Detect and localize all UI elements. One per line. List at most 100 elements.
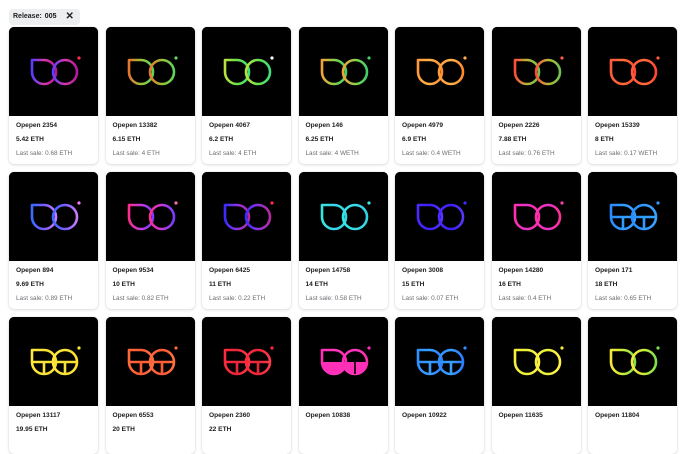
nft-card[interactable]: Opepen 11804 xyxy=(588,317,677,454)
nft-card[interactable]: Opepen 10922 xyxy=(395,317,484,454)
nft-card[interactable]: Opepen 146 6.25 ETH Last sale: 4 WETH xyxy=(298,27,388,164)
nft-price: 6.15 ETH xyxy=(112,136,141,143)
nft-price: 22 ETH xyxy=(209,426,232,433)
nft-name[interactable]: Opepen 2226 xyxy=(499,122,581,129)
nft-card[interactable]: Opepen 13117 19.95 ETH xyxy=(9,317,98,454)
nft-card[interactable]: Opepen 171 18 ETH Last sale: 0.65 ETH xyxy=(588,172,677,309)
card-meta: Opepen 11804 xyxy=(588,406,677,419)
nft-last-sale: Last sale: 0.22 ETH xyxy=(209,295,266,302)
card-meta: Opepen 9534 10 ETH Last sale: 0.82 ETH xyxy=(106,261,195,302)
nft-last-sale: Last sale: 4 ETH xyxy=(209,150,257,157)
nft-name[interactable]: Opepen 11635 xyxy=(499,412,581,419)
nft-name[interactable]: Opepen 14758 xyxy=(306,267,388,274)
nft-name[interactable]: Opepen 2354 xyxy=(16,122,98,129)
nft-name[interactable]: Opepen 6553 xyxy=(113,412,195,419)
nft-name[interactable]: Opepen 11804 xyxy=(595,412,677,419)
nft-name[interactable]: Opepen 9534 xyxy=(113,267,195,274)
nft-artwork[interactable] xyxy=(298,27,388,116)
nft-last-sale: Last sale: 0.89 ETH xyxy=(16,295,73,302)
nft-price: 7.88 ETH xyxy=(498,136,527,143)
nft-price: 19.95 ETH xyxy=(16,426,48,433)
nft-name[interactable]: Opepen 4067 xyxy=(209,122,291,129)
nft-artwork[interactable] xyxy=(105,172,195,261)
nft-artwork[interactable] xyxy=(491,172,581,261)
nft-card[interactable]: Opepen 4067 6.2 ETH Last sale: 4 ETH xyxy=(202,27,291,164)
nft-name[interactable]: Opepen 14280 xyxy=(499,267,581,274)
release-filter-chip[interactable]: Release: 005 ✕ xyxy=(9,9,80,25)
nft-artwork[interactable] xyxy=(298,172,388,261)
nft-grid: Opepen 2354 5.42 ETH Last sale: 0.68 ETH O… xyxy=(9,27,677,454)
nft-card[interactable]: Opepen 4979 6.9 ETH Last sale: 0.4 WETH xyxy=(395,27,484,164)
nft-artwork[interactable] xyxy=(588,317,677,406)
nft-card[interactable]: Opepen 2360 22 ETH xyxy=(202,317,291,454)
nft-last-sale: Last sale: 4 WETH xyxy=(305,150,359,157)
nft-artwork[interactable] xyxy=(105,317,195,406)
nft-artwork[interactable] xyxy=(395,27,484,116)
nft-last-sale: Last sale: 0.68 ETH xyxy=(16,150,73,157)
nft-name[interactable]: Opepen 171 xyxy=(595,267,677,274)
nft-artwork[interactable] xyxy=(202,317,291,406)
nft-last-sale: Last sale: 4 ETH xyxy=(112,150,160,157)
close-icon[interactable]: ✕ xyxy=(65,9,73,25)
nft-name[interactable]: Opepen 13382 xyxy=(113,122,195,129)
nft-artwork[interactable] xyxy=(9,317,98,406)
nft-artwork[interactable] xyxy=(202,27,291,116)
nft-artwork[interactable] xyxy=(588,172,677,261)
nft-name[interactable]: Opepen 10838 xyxy=(306,412,388,419)
nft-name[interactable]: Opepen 3008 xyxy=(402,267,484,274)
nft-card[interactable]: Opepen 14758 14 ETH Last sale: 0.58 ETH xyxy=(298,172,388,309)
nft-name[interactable]: Opepen 4979 xyxy=(402,122,484,129)
nft-card[interactable]: Opepen 10838 xyxy=(298,317,388,454)
nft-last-sale: Last sale: 0.76 ETH xyxy=(498,150,555,157)
nft-name[interactable]: Opepen 894 xyxy=(16,267,98,274)
nft-price: 6.9 ETH xyxy=(402,136,427,143)
nft-artwork[interactable] xyxy=(395,317,484,406)
card-meta: Opepen 4979 6.9 ETH Last sale: 0.4 WETH xyxy=(395,116,484,157)
nft-artwork[interactable] xyxy=(491,317,581,406)
card-meta: Opepen 14280 16 ETH Last sale: 0.4 ETH xyxy=(492,261,581,302)
filter-value: 005 xyxy=(44,13,57,20)
nft-card[interactable]: Opepen 894 9.69 ETH Last sale: 0.89 ETH xyxy=(9,172,98,309)
nft-artwork[interactable] xyxy=(588,27,677,116)
nft-price: 5.42 ETH xyxy=(16,136,44,143)
nft-last-sale: Last sale: 0.07 ETH xyxy=(402,295,459,302)
nft-artwork[interactable] xyxy=(298,317,388,406)
card-meta: Opepen 171 18 ETH Last sale: 0.65 ETH xyxy=(588,261,677,302)
nft-last-sale: Last sale: 0.82 ETH xyxy=(112,295,169,302)
nft-artwork[interactable] xyxy=(105,27,195,116)
nft-price: 16 ETH xyxy=(498,281,521,288)
card-meta: Opepen 6425 11 ETH Last sale: 0.22 ETH xyxy=(202,261,291,302)
nft-card[interactable]: Opepen 6553 20 ETH xyxy=(105,317,195,454)
nft-card[interactable]: Opepen 9534 10 ETH Last sale: 0.82 ETH xyxy=(105,172,195,309)
nft-name[interactable]: Opepen 10922 xyxy=(402,412,484,419)
card-meta: Opepen 4067 6.2 ETH Last sale: 4 ETH xyxy=(202,116,291,157)
nft-card[interactable]: Opepen 15339 8 ETH Last sale: 0.17 WETH xyxy=(588,27,677,164)
nft-card[interactable]: Opepen 13382 6.15 ETH Last sale: 4 ETH xyxy=(105,27,195,164)
nft-artwork[interactable] xyxy=(395,172,484,261)
nft-artwork[interactable] xyxy=(202,172,291,261)
nft-price: 18 ETH xyxy=(595,281,618,288)
nft-card[interactable]: Opepen 11635 xyxy=(491,317,581,454)
card-meta: Opepen 13382 6.15 ETH Last sale: 4 ETH xyxy=(106,116,195,157)
nft-card[interactable]: Opepen 2226 7.88 ETH Last sale: 0.76 ETH xyxy=(491,27,581,164)
nft-name[interactable]: Opepen 13117 xyxy=(16,412,98,419)
nft-artwork[interactable] xyxy=(9,172,98,261)
nft-name[interactable]: Opepen 6425 xyxy=(209,267,291,274)
nft-name[interactable]: Opepen 146 xyxy=(306,122,388,129)
nft-last-sale: Last sale: 0.4 WETH xyxy=(402,150,461,157)
filter-label: Release: xyxy=(13,13,42,20)
nft-card[interactable]: Opepen 2354 5.42 ETH Last sale: 0.68 ETH xyxy=(9,27,98,164)
nft-artwork[interactable] xyxy=(491,27,581,116)
card-meta: Opepen 6553 20 ETH xyxy=(106,406,195,433)
nft-name[interactable]: Opepen 15339 xyxy=(595,122,677,129)
card-meta: Opepen 10838 xyxy=(299,406,388,419)
nft-last-sale: Last sale: 0.17 WETH xyxy=(595,150,658,157)
nft-card[interactable]: Opepen 3008 15 ETH Last sale: 0.07 ETH xyxy=(395,172,484,309)
card-meta: Opepen 2226 7.88 ETH Last sale: 0.76 ETH xyxy=(492,116,581,157)
nft-card[interactable]: Opepen 14280 16 ETH Last sale: 0.4 ETH xyxy=(491,172,581,309)
nft-last-sale: Last sale: 0.65 ETH xyxy=(595,295,652,302)
nft-card[interactable]: Opepen 6425 11 ETH Last sale: 0.22 ETH xyxy=(202,172,291,309)
nft-artwork[interactable] xyxy=(9,27,98,116)
card-meta: Opepen 2360 22 ETH xyxy=(202,406,291,433)
nft-name[interactable]: Opepen 2360 xyxy=(209,412,291,419)
